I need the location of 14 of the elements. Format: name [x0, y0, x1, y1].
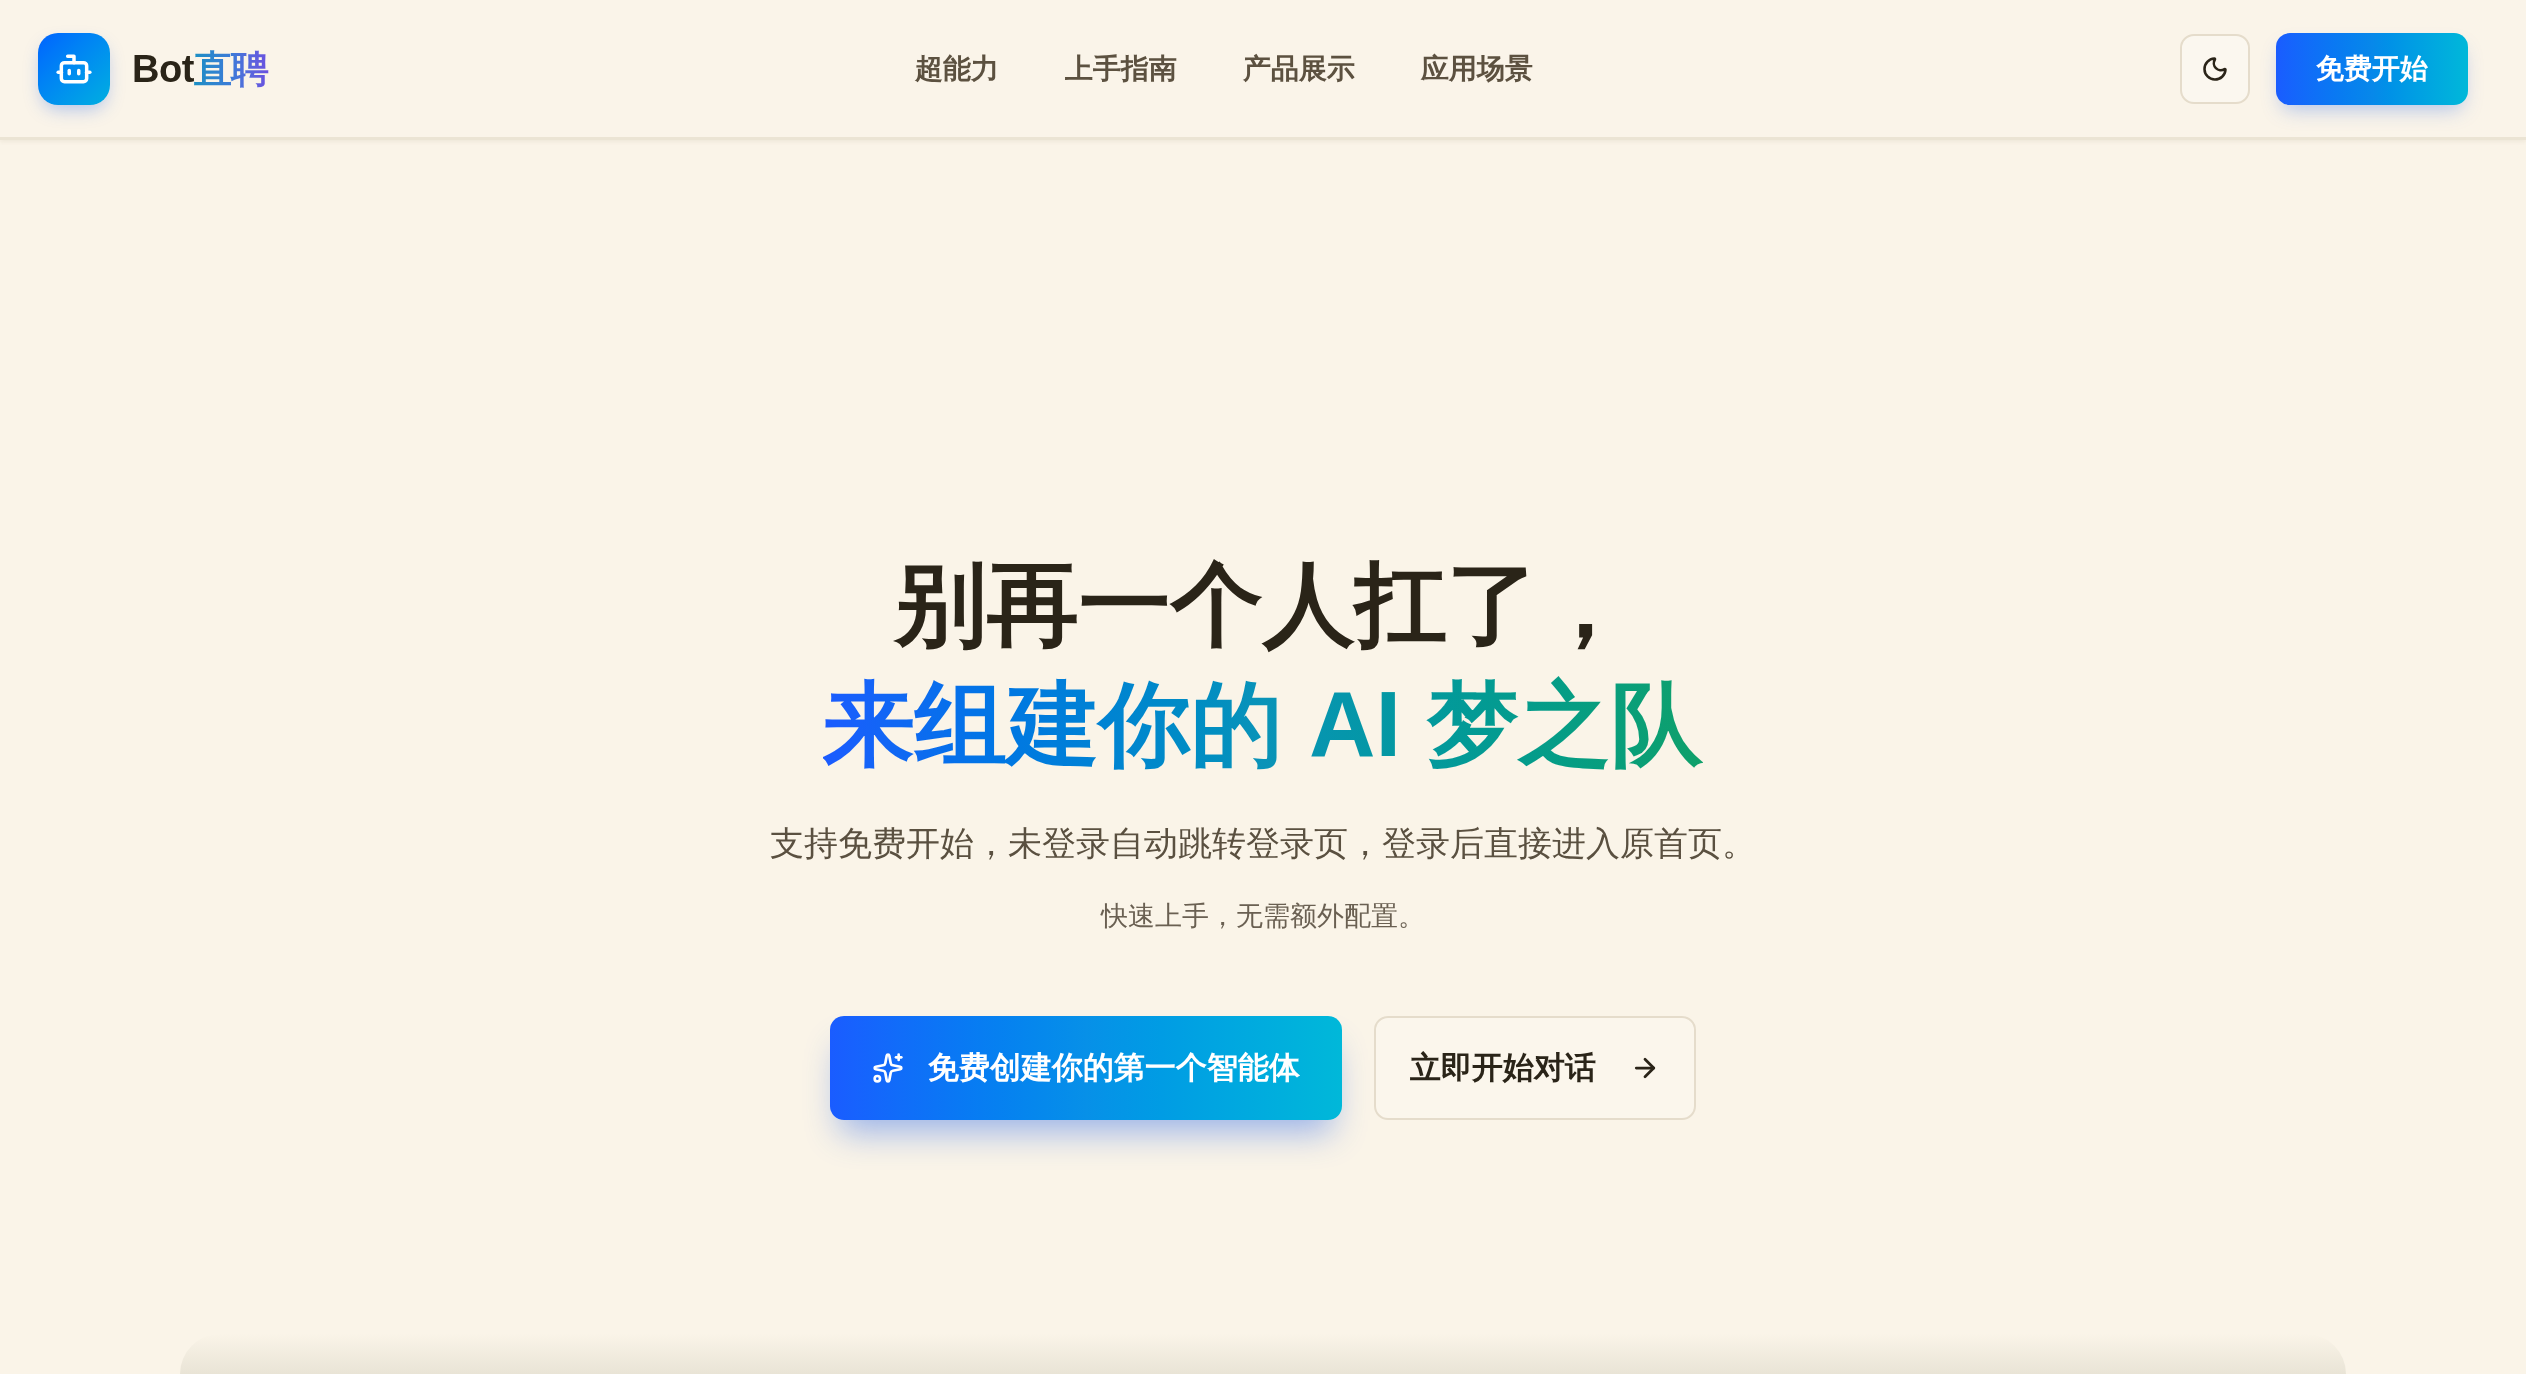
- headline: 别再一个人扛了，: [895, 552, 1631, 657]
- start-free-button[interactable]: 免费开始: [2276, 32, 2468, 105]
- nav-link[interactable]: 上手指南: [1065, 47, 1177, 90]
- subtitle: 支持免费开始，未登录自动跳转登录页，登录后直接进入原首页。: [770, 823, 1756, 864]
- nav-link[interactable]: 超能力: [915, 47, 999, 90]
- start-chat-button[interactable]: 立即开始对话: [1374, 1016, 1696, 1120]
- nav-link[interactable]: 产品展示: [1243, 47, 1355, 90]
- robot-logo-icon: [38, 32, 110, 105]
- moon-icon: [2201, 54, 2229, 83]
- sparkle-icon: [872, 1052, 904, 1084]
- nav-link[interactable]: 应用场景: [1421, 47, 1533, 90]
- note-text: 快速上手，无需额外配置。: [1101, 900, 1425, 933]
- theme-toggle-button[interactable]: [2180, 33, 2250, 104]
- create-agent-button[interactable]: 免费创建你的第一个智能体: [830, 1016, 1342, 1120]
